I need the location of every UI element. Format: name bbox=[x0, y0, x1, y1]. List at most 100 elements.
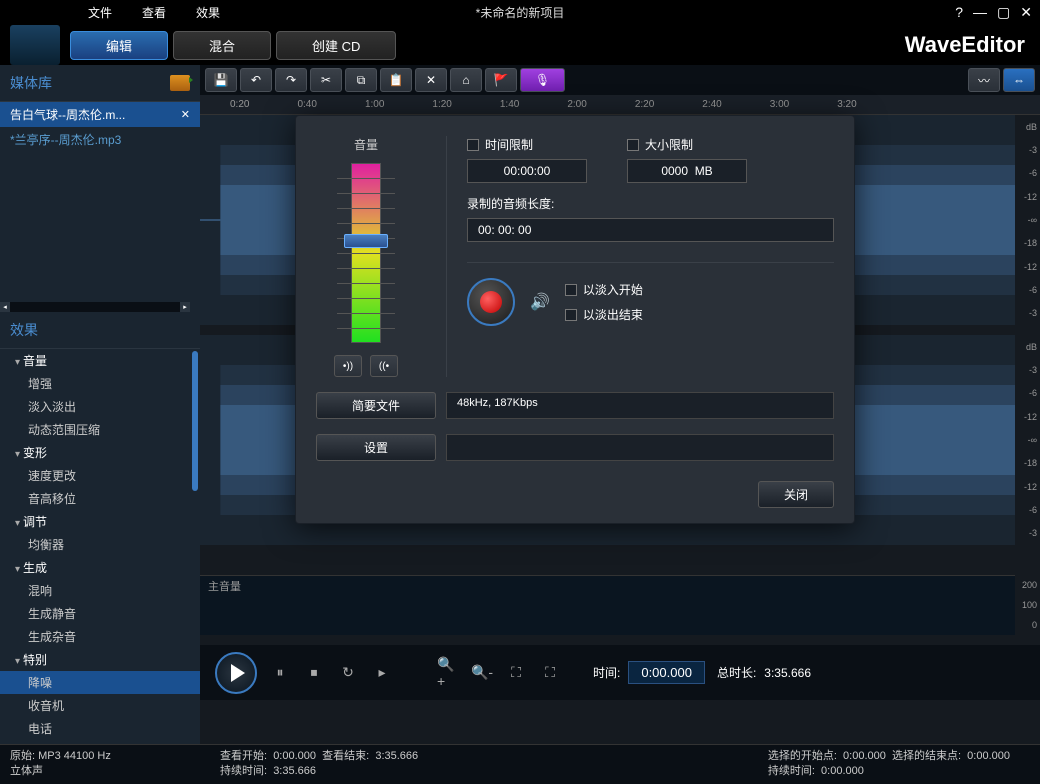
size-limit-input[interactable]: 0000 MB bbox=[627, 159, 747, 183]
media-file-item[interactable]: *兰亭序--周杰伦.mp3 bbox=[0, 127, 200, 152]
effect-noise[interactable]: 生成杂音 bbox=[0, 625, 200, 648]
sidebar: 媒体库 告白气球--周杰伦.m... ✕ *兰亭序--周杰伦.mp3 ◂ ▸ 效… bbox=[0, 65, 200, 745]
total-time-label: 总时长: bbox=[717, 664, 756, 681]
delete-button[interactable]: ✕ bbox=[415, 68, 447, 92]
effect-denoise[interactable]: 降噪 bbox=[0, 671, 200, 694]
rec-length-label: 录制的音频长度: bbox=[467, 195, 834, 212]
next-button[interactable]: ▸ bbox=[371, 662, 393, 684]
profile-info: 48kHz, 187Kbps bbox=[446, 392, 834, 419]
title-bar: 文件 查看 效果 *未命名的新项目 ? — ▢ ✕ bbox=[0, 0, 1040, 25]
status-bar: 原始: MP3 44100 Hz 立体声 查看开始: 0:00.000 查看结束… bbox=[0, 744, 1040, 784]
timeline-ruler[interactable]: 0:200:401:001:201:402:002:202:403:003:20 bbox=[200, 95, 1040, 115]
selection-mode-button[interactable]: ⇔ bbox=[1003, 68, 1035, 92]
effect-enhance[interactable]: 增强 bbox=[0, 372, 200, 395]
zoom-fit-button[interactable]: ⛶ bbox=[539, 662, 561, 684]
fade-in-label: 以淡入开始 bbox=[583, 281, 643, 298]
scroll-left-icon[interactable]: ◂ bbox=[0, 302, 10, 312]
file-close-icon[interactable]: ✕ bbox=[181, 108, 190, 121]
media-file-item[interactable]: 告白气球--周杰伦.m... ✕ bbox=[0, 102, 200, 127]
play-button[interactable] bbox=[215, 652, 257, 694]
fade-out-checkbox[interactable] bbox=[565, 309, 577, 321]
record-button[interactable]: 🎙 bbox=[520, 68, 565, 92]
effect-fade[interactable]: 淡入淡出 bbox=[0, 395, 200, 418]
fade-out-label: 以淡出结束 bbox=[583, 306, 643, 323]
effects-scrollbar[interactable] bbox=[192, 351, 198, 491]
scroll-right-icon[interactable]: ▸ bbox=[180, 302, 190, 312]
volume-thumb[interactable] bbox=[344, 234, 388, 248]
time-display: 0:00.000 bbox=[628, 661, 705, 684]
settings-info bbox=[446, 434, 834, 461]
fade-in-checkbox[interactable] bbox=[565, 284, 577, 296]
db-scale-left: dB-3-6-12-∞-18-12-6-3 bbox=[1015, 115, 1040, 325]
effect-category-volume[interactable]: 音量 bbox=[0, 349, 200, 372]
effect-reverb[interactable]: 混响 bbox=[0, 579, 200, 602]
menu-effects[interactable]: 效果 bbox=[196, 4, 220, 21]
maximize-icon[interactable]: ▢ bbox=[997, 4, 1010, 21]
volume-slider[interactable] bbox=[351, 163, 381, 343]
zoom-sel-button[interactable]: ⛶ bbox=[505, 662, 527, 684]
record-start-button[interactable] bbox=[467, 278, 515, 326]
record-dot-icon bbox=[480, 291, 502, 313]
source-channels: 立体声 bbox=[10, 764, 200, 779]
media-scrollbar[interactable]: ◂ ▸ bbox=[0, 302, 190, 312]
brand-label: WaveEditor bbox=[905, 32, 1025, 58]
help-icon[interactable]: ? bbox=[955, 4, 963, 21]
effect-pitch[interactable]: 音高移位 bbox=[0, 487, 200, 510]
size-limit-checkbox[interactable] bbox=[627, 139, 639, 151]
source-format: 原始: MP3 44100 Hz bbox=[10, 749, 200, 764]
effect-silence[interactable]: 生成静音 bbox=[0, 602, 200, 625]
paste-button[interactable]: 📋 bbox=[380, 68, 412, 92]
loop-button[interactable]: ↻ bbox=[337, 662, 359, 684]
effects-tree: 音量 增强 淡入淡出 动态范围压缩 变形 速度更改 音高移位 调节 均衡器 生成… bbox=[0, 349, 200, 745]
toolbar: 💾 ↶ ↷ ✂ ⧉ 📋 ✕ ⌂ 🚩 🎙 〰 ⇔ bbox=[200, 65, 1040, 95]
effect-speed[interactable]: 速度更改 bbox=[0, 464, 200, 487]
time-label: 时间: bbox=[593, 664, 620, 681]
media-library-header: 媒体库 bbox=[0, 65, 200, 102]
master-volume-track[interactable]: 主音量 bbox=[200, 575, 1015, 635]
media-list: 告白气球--周杰伦.m... ✕ *兰亭序--周杰伦.mp3 ◂ ▸ bbox=[0, 102, 200, 312]
stop-button[interactable]: ⏹ bbox=[303, 662, 325, 684]
close-button[interactable]: 关闭 bbox=[758, 481, 834, 508]
tab-create-cd[interactable]: 创建 CD bbox=[276, 31, 396, 60]
time-limit-input[interactable]: 00:00:00 bbox=[467, 159, 587, 183]
open-folder-icon[interactable] bbox=[170, 75, 190, 91]
effect-compress[interactable]: 动态范围压缩 bbox=[0, 418, 200, 441]
minimize-icon[interactable]: — bbox=[973, 4, 987, 21]
save-button[interactable]: 💾 bbox=[205, 68, 237, 92]
editor-content: 💾 ↶ ↷ ✂ ⧉ 📋 ✕ ⌂ 🚩 🎙 〰 ⇔ 0:200:401:001:20… bbox=[200, 65, 1040, 745]
time-limit-label: 时间限制 bbox=[485, 136, 533, 153]
undo-button[interactable]: ↶ bbox=[240, 68, 272, 92]
effect-category-transform[interactable]: 变形 bbox=[0, 441, 200, 464]
time-limit-checkbox[interactable] bbox=[467, 139, 479, 151]
settings-button[interactable]: 设置 bbox=[316, 434, 436, 461]
menu-file[interactable]: 文件 bbox=[88, 4, 112, 21]
transport-bar: ⏸ ⏹ ↻ ▸ 🔍+ 🔍- ⛶ ⛶ 时间: 0:00.000 总时长: 3:35… bbox=[200, 645, 1040, 700]
effect-eq[interactable]: 均衡器 bbox=[0, 533, 200, 556]
pause-button[interactable]: ⏸ bbox=[269, 662, 291, 684]
copy-button[interactable]: ⧉ bbox=[345, 68, 377, 92]
speaker-out-icon[interactable]: •)) bbox=[334, 355, 362, 377]
window-title: *未命名的新项目 bbox=[476, 4, 565, 21]
flag-button[interactable]: 🚩 bbox=[485, 68, 517, 92]
effect-category-special[interactable]: 特别 bbox=[0, 648, 200, 671]
tab-mix[interactable]: 混合 bbox=[173, 31, 271, 60]
master-volume-label: 主音量 bbox=[208, 578, 241, 594]
waveform-mode-button[interactable]: 〰 bbox=[968, 68, 1000, 92]
speaker-in-icon[interactable]: ((• bbox=[370, 355, 398, 377]
cut-button[interactable]: ✂ bbox=[310, 68, 342, 92]
master-scale: 2001000 bbox=[1015, 575, 1040, 635]
close-icon[interactable]: ✕ bbox=[1020, 4, 1032, 21]
effect-category-adjust[interactable]: 调节 bbox=[0, 510, 200, 533]
effect-phone[interactable]: 电话 bbox=[0, 717, 200, 740]
crop-button[interactable]: ⌂ bbox=[450, 68, 482, 92]
record-dialog: 音量 •)) ((• 时间限制 00:00:00 bbox=[295, 115, 855, 524]
tab-edit[interactable]: 编辑 bbox=[70, 31, 168, 60]
redo-button[interactable]: ↷ bbox=[275, 68, 307, 92]
effect-radio[interactable]: 收音机 bbox=[0, 694, 200, 717]
effect-category-generate[interactable]: 生成 bbox=[0, 556, 200, 579]
profile-button[interactable]: 简要文件 bbox=[316, 392, 436, 419]
menu-view[interactable]: 查看 bbox=[142, 4, 166, 21]
speaker-icon[interactable]: 🔊 bbox=[530, 292, 550, 312]
zoom-in-button[interactable]: 🔍+ bbox=[437, 662, 459, 684]
zoom-out-button[interactable]: 🔍- bbox=[471, 662, 493, 684]
